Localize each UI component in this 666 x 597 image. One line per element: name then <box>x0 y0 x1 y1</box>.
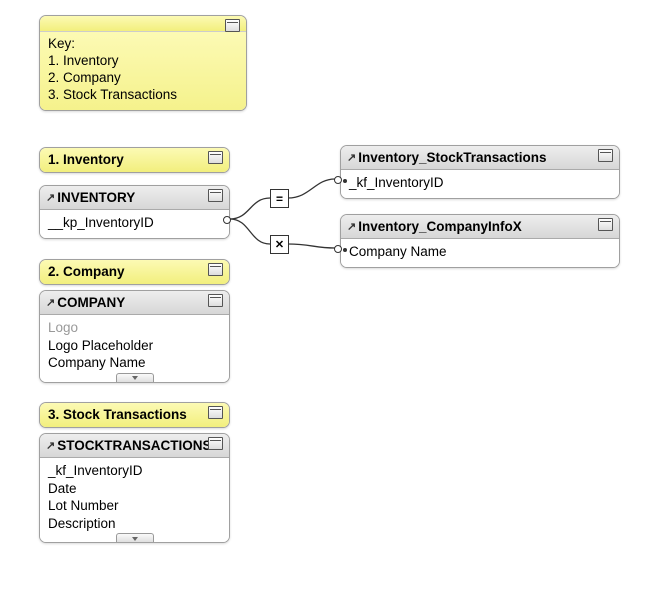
window-icon <box>208 151 223 164</box>
table-name: COMPANY <box>57 295 125 310</box>
table-name: Inventory_CompanyInfoX <box>358 219 522 234</box>
window-icon <box>598 218 613 231</box>
window-icon <box>208 294 223 307</box>
field[interactable]: Lot Number <box>48 497 221 515</box>
expand-icon[interactable] <box>46 438 57 453</box>
field[interactable]: _kf_InventoryID <box>48 462 221 480</box>
field[interactable]: Logo Placeholder <box>48 337 221 355</box>
expand-icon[interactable] <box>347 219 358 234</box>
section-title: 3. Stock Transactions <box>48 407 187 422</box>
field[interactable]: _kf_InventoryID <box>349 174 611 192</box>
section-label-inventory: 1. Inventory <box>39 147 230 173</box>
expand-icon[interactable] <box>46 295 57 310</box>
operator-cartesian[interactable]: ✕ <box>270 235 289 254</box>
window-icon <box>208 189 223 202</box>
scroll-handle[interactable] <box>116 533 154 543</box>
operator-equal[interactable]: = <box>270 189 289 208</box>
relationship-endpoint <box>334 176 342 184</box>
field[interactable]: Logo <box>48 319 221 337</box>
section-label-company: 2. Company <box>39 259 230 285</box>
field[interactable]: __kp_InventoryID <box>48 214 221 232</box>
table-inventory[interactable]: INVENTORY __kp_InventoryID <box>39 185 230 239</box>
table-inv-stocktrans[interactable]: Inventory_StockTransactions _kf_Inventor… <box>340 145 620 199</box>
window-icon <box>208 263 223 276</box>
field[interactable]: Description <box>48 515 221 533</box>
field[interactable]: Company Name <box>349 243 611 261</box>
table-inv-companyinfox[interactable]: Inventory_CompanyInfoX Company Name <box>340 214 620 268</box>
table-stock[interactable]: STOCKTRANSACTIONS _kf_InventoryID Date L… <box>39 433 230 543</box>
field[interactable]: Company Name <box>48 354 221 372</box>
table-name: STOCKTRANSACTIONS <box>57 438 211 453</box>
key-line: 3. Stock Transactions <box>48 87 238 104</box>
key-line: 2. Company <box>48 70 238 87</box>
relationship-endpoint <box>343 179 347 183</box>
table-name: INVENTORY <box>57 190 135 205</box>
window-icon <box>598 149 613 162</box>
field[interactable]: Date <box>48 480 221 498</box>
key-line: 1. Inventory <box>48 53 238 70</box>
section-title: 2. Company <box>48 264 125 279</box>
table-name: Inventory_StockTransactions <box>358 150 546 165</box>
expand-icon[interactable] <box>347 150 358 165</box>
window-icon <box>208 406 223 419</box>
relationship-endpoint <box>334 245 342 253</box>
expand-icon[interactable] <box>46 190 57 205</box>
relationship-endpoint <box>343 248 347 252</box>
relationship-endpoint <box>223 216 231 224</box>
section-label-stock: 3. Stock Transactions <box>39 402 230 428</box>
key-line: Key: <box>48 36 238 53</box>
window-icon <box>225 19 240 32</box>
table-company[interactable]: COMPANY Logo Logo Placeholder Company Na… <box>39 290 230 383</box>
scroll-handle[interactable] <box>116 373 154 383</box>
section-title: 1. Inventory <box>48 152 124 167</box>
window-icon <box>208 437 223 450</box>
key-note: Key: 1. Inventory 2. Company 3. Stock Tr… <box>39 15 247 111</box>
